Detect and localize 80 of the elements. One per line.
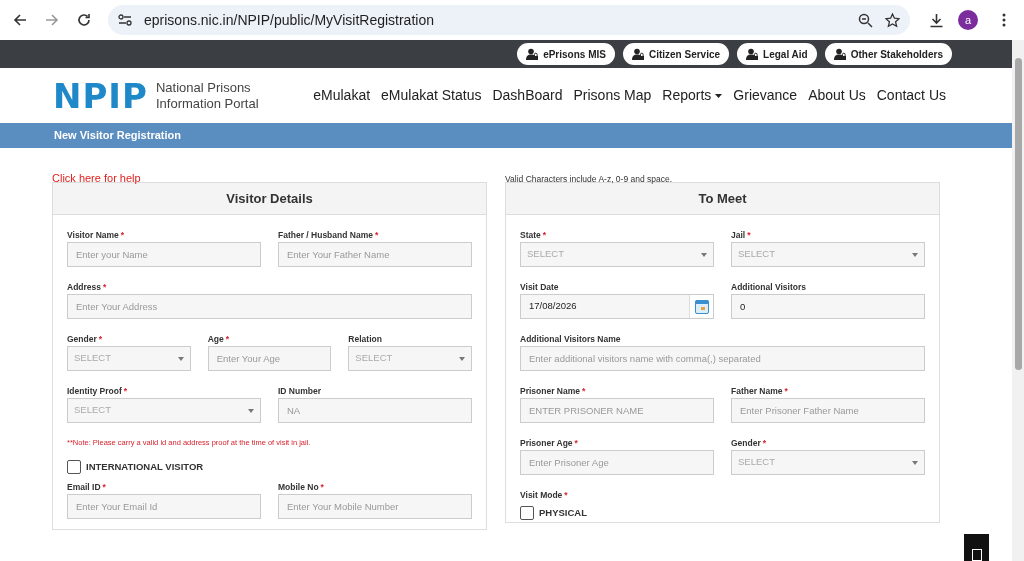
nav-link[interactable]: DashBoard xyxy=(492,85,563,106)
kebab-menu-icon xyxy=(1002,13,1006,27)
nav-link[interactable]: About Us xyxy=(808,85,866,106)
field-label: Prisoner Name * xyxy=(520,385,587,398)
nav-link[interactable]: Reports xyxy=(662,85,723,106)
nav-link[interactable]: Prisons Map xyxy=(573,85,652,106)
field-label: Prisoner Age * xyxy=(520,437,579,450)
zoom-out-icon[interactable] xyxy=(858,12,873,28)
text-field[interactable]: Enter Prisoner Father Name xyxy=(731,398,925,423)
nav-link[interactable]: Contact Us xyxy=(876,85,946,106)
back-arrow-icon xyxy=(13,13,27,27)
logo-text: National Prisons Information Portal xyxy=(155,79,259,112)
user-lock-icon xyxy=(833,48,846,60)
text-field[interactable]: Enter Your Mobile Number xyxy=(278,493,472,519)
checkbox[interactable] xyxy=(67,460,81,475)
top-link-button[interactable]: Other Stakeholders xyxy=(824,43,952,65)
profile-avatar[interactable]: a xyxy=(958,10,978,30)
field-label: Relation xyxy=(348,333,383,346)
top-link-button[interactable]: Legal Aid xyxy=(737,43,817,65)
scrollbar[interactable] xyxy=(1012,40,1024,561)
caret-down-icon xyxy=(912,460,918,465)
top-link-button[interactable]: ePrisons MIS xyxy=(517,43,615,65)
field-label: Father Name * xyxy=(731,385,789,398)
nav-link[interactable]: Grievance xyxy=(733,85,798,106)
url-text: eprisons.nic.in/NPIP/public/MyVisitRegistration xyxy=(144,10,435,30)
field-label: Visit Mode * xyxy=(520,489,569,502)
field-label: Gender * xyxy=(731,437,768,450)
checkbox-label: INTERNATIONAL VISITOR xyxy=(86,460,204,475)
user-lock-icon xyxy=(526,48,539,60)
field-label: ID Number xyxy=(278,385,322,398)
caret-down-icon xyxy=(248,408,254,413)
field-label: Mobile No * xyxy=(278,480,325,494)
text-field[interactable]: Enter your Name xyxy=(67,242,261,267)
field-label: Email ID * xyxy=(67,480,107,494)
text-field[interactable]: ENTER PRISONER NAME xyxy=(520,398,714,423)
field-label: Identity Proof * xyxy=(67,385,129,398)
text-field[interactable]: NA xyxy=(278,398,472,423)
field-label: Visitor Name * xyxy=(67,229,126,242)
panel-title: To Meet xyxy=(506,183,939,215)
text-field[interactable]: Enter Your Age xyxy=(207,346,332,371)
user-lock-icon xyxy=(746,48,759,60)
square-icon xyxy=(971,549,982,561)
caret-down-icon xyxy=(459,356,465,361)
checkbox-label: PHYSICAL xyxy=(539,506,588,520)
panel-title: Visitor Details xyxy=(53,183,486,215)
text-field[interactable]: Enter Your Email Id xyxy=(67,493,261,519)
caret-down-icon xyxy=(912,252,918,257)
text-field[interactable]: Enter Your Address xyxy=(67,294,472,319)
field-label: Jail * xyxy=(731,229,752,242)
field-label: Additional Visitors Name xyxy=(520,333,622,346)
site-settings-icon[interactable] xyxy=(118,14,132,26)
caret-down-icon xyxy=(177,356,184,361)
nav-link[interactable]: eMulakat xyxy=(313,85,371,106)
field-label: Visit Date xyxy=(520,281,560,294)
top-link-button[interactable]: Citizen Service xyxy=(622,43,730,65)
text-field[interactable]: Enter Prisoner Age xyxy=(520,450,714,475)
field-label: Additional Visitors xyxy=(731,281,807,294)
reload-icon xyxy=(77,13,91,27)
download-icon xyxy=(928,12,944,28)
field-label: Gender * xyxy=(67,333,104,346)
text-field[interactable]: Enter Your Father Name xyxy=(278,242,472,267)
caret-down-icon xyxy=(715,93,723,98)
address-bar[interactable]: eprisons.nic.in/NPIP/public/MyVisitRegistration xyxy=(108,5,910,35)
field-label: State * xyxy=(520,229,548,242)
user-lock-icon xyxy=(631,48,644,60)
field-label: Age * xyxy=(207,333,231,346)
field-label: Address * xyxy=(67,281,108,294)
checkbox[interactable] xyxy=(520,506,534,521)
help-link[interactable]: Click here for help xyxy=(52,170,141,186)
hint-text: Valid Characters include A-z, 0-9 and space. xyxy=(505,173,673,186)
text-field[interactable]: Enter additional visitors name with comma(,) separated xyxy=(520,346,925,371)
nav-link[interactable]: eMulakat Status xyxy=(381,85,482,106)
star-icon[interactable] xyxy=(885,12,900,28)
caret-down-icon xyxy=(701,252,707,257)
page-title-bar: New Visitor Registration xyxy=(0,123,1012,148)
floating-widget[interactable] xyxy=(964,534,989,561)
logo-mark: NPIP xyxy=(53,78,148,113)
field-label: Father / Husband Name * xyxy=(278,229,380,242)
forward-arrow-icon xyxy=(45,13,59,27)
text-field[interactable]: 0 xyxy=(731,294,925,319)
